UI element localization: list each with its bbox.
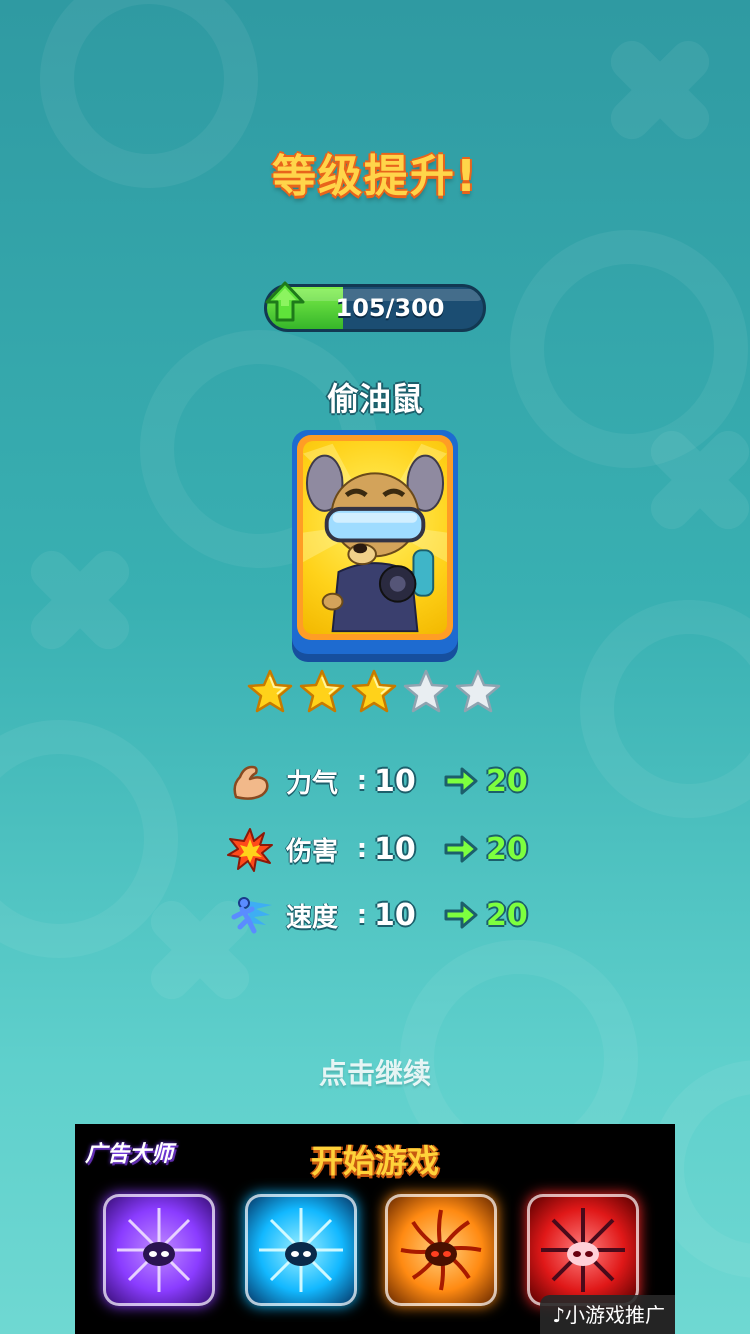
stat-label: 力气 <box>286 768 339 799</box>
star-empty-icon <box>455 669 501 713</box>
stat-row-speed: 速度 : 10 20 <box>226 890 528 940</box>
explosion-icon <box>227 828 273 872</box>
red-skill-icon <box>541 1208 625 1292</box>
ad-start-game-button[interactable]: 开始游戏 <box>75 1136 675 1182</box>
ad-tile-purple[interactable] <box>103 1194 215 1306</box>
star-rating <box>246 668 506 718</box>
stat-new-value: 20 <box>486 763 528 799</box>
level-up-arrow-icon <box>265 281 305 322</box>
xp-progress-text: 105/300 <box>335 294 445 322</box>
character-name: 偷油鼠 <box>326 380 423 418</box>
stat-row-damage: 伤害 : 10 20 <box>226 824 528 874</box>
arrow-right-icon <box>444 835 478 863</box>
arrow-right-icon <box>444 767 478 795</box>
ad-banner[interactable]: 广告大师 开始游戏 ♪小游戏推广 <box>75 1124 675 1334</box>
blue-skill-icon <box>259 1208 343 1292</box>
stat-row-strength: 力气 : 10 20 <box>226 756 528 806</box>
stat-label: 速度 <box>286 902 339 933</box>
ad-promo-tag: ♪小游戏推广 <box>540 1295 675 1334</box>
music-note-icon: ♪ <box>552 1303 565 1327</box>
arrow-right-icon <box>444 901 478 929</box>
stat-current-value: 10 <box>374 831 416 867</box>
ad-tile-orange[interactable] <box>385 1194 497 1306</box>
orange-skill-icon <box>400 1209 482 1291</box>
stat-new-value: 20 <box>486 831 528 867</box>
stat-new-value: 20 <box>486 897 528 933</box>
star-empty-icon <box>403 669 449 713</box>
purple-skill-icon <box>117 1208 201 1292</box>
runner-icon <box>231 897 272 934</box>
stat-label: 伤害 <box>286 836 339 867</box>
star-filled-icon <box>247 669 293 713</box>
stat-current-value: 10 <box>374 897 416 933</box>
stat-current-value: 10 <box>374 763 416 799</box>
star-filled-icon <box>351 669 397 713</box>
mouse-character-portrait <box>303 441 447 634</box>
star-filled-icon <box>299 669 345 713</box>
character-card <box>292 430 458 654</box>
level-up-title: 等级提升! <box>271 151 479 202</box>
muscle-icon <box>233 765 269 800</box>
ad-tile-blue[interactable] <box>245 1194 357 1306</box>
ad-tile-red[interactable] <box>527 1194 639 1306</box>
tap-to-continue-button[interactable]: 点击继续 <box>0 1052 750 1092</box>
